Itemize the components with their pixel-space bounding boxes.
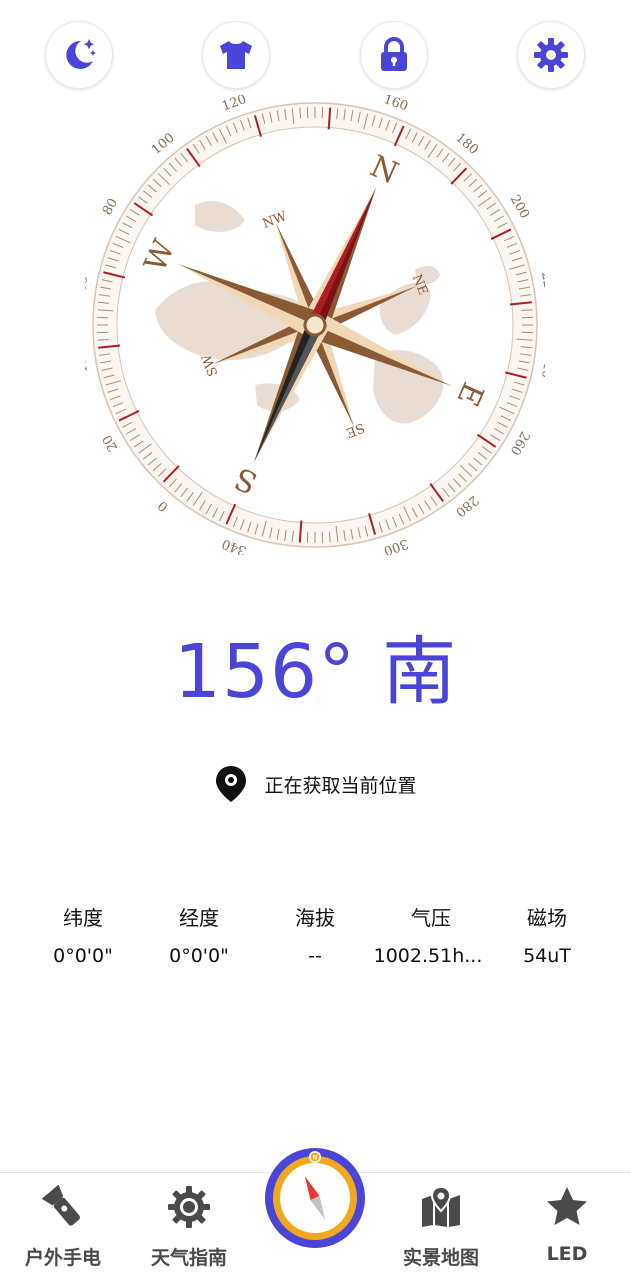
nav-item-flashlight[interactable]: 户外手电: [3, 1173, 123, 1281]
nav-label-led: LED: [507, 1243, 627, 1265]
nav-item-weather[interactable]: 天气指南: [129, 1173, 249, 1281]
stat-label: 经度: [141, 902, 257, 931]
compass-degree-label: 60: [85, 275, 91, 294]
night-mode-button[interactable]: [45, 21, 113, 89]
heading-readout: 156° 南: [0, 630, 631, 714]
stat-value: 54uT: [489, 945, 605, 967]
compass-degree-label: 240: [538, 352, 545, 379]
lock-icon: [374, 35, 414, 75]
settings-button[interactable]: [517, 21, 585, 89]
compass-degree-label: 320: [303, 554, 328, 556]
stat-label: 纬度: [25, 902, 141, 931]
stat-magnetic: 磁场: [489, 902, 605, 931]
compass-degree-label: 200: [507, 192, 532, 221]
nav-item-led[interactable]: LED: [507, 1173, 627, 1281]
compass-dial: 1601802002202402602803003203400204060801…: [85, 95, 545, 555]
star-icon: [545, 1185, 589, 1229]
flashlight-icon: [41, 1185, 85, 1229]
stat-value: --: [257, 945, 373, 967]
stat-longitude-value: 0°0'0": [141, 945, 257, 967]
stat-altitude-value: --: [257, 945, 373, 967]
lock-button[interactable]: [360, 21, 428, 89]
stat-latitude-value: 0°0'0": [25, 945, 141, 967]
location-text: 正在获取当前位置: [264, 771, 416, 798]
compass-degree-label: 220: [538, 270, 545, 297]
stat-magnetic-value: 54uT: [489, 945, 605, 967]
nav-item-compass[interactable]: N: [265, 1148, 365, 1248]
compass-degree-label: 160: [381, 95, 409, 115]
gear-icon: [531, 35, 571, 75]
compass-degree-label: 20: [100, 432, 121, 454]
tshirt-icon: [216, 35, 256, 75]
map-pin-icon: [419, 1185, 463, 1229]
compass-degree-label: 260: [507, 428, 532, 457]
stat-value: 0°0'0": [141, 945, 257, 967]
nav-item-map[interactable]: 实景地图: [381, 1173, 501, 1281]
compass-degree-label: 340: [220, 535, 248, 555]
compass-degree-label: 40: [85, 357, 91, 376]
moon-stars-icon: [59, 35, 99, 75]
compass-degree-label: 300: [381, 535, 409, 555]
stat-label: 磁场: [489, 902, 605, 931]
compass-icon: N: [265, 1148, 365, 1248]
stat-pressure: 气压: [373, 902, 489, 931]
compass-degree-label: 120: [220, 95, 248, 115]
nav-label-flashlight: 户外手电: [3, 1243, 123, 1270]
heading-degrees: 156°: [174, 629, 356, 715]
stat-value: 1002.51h...: [366, 945, 490, 967]
compass-degree-label: 140: [303, 95, 328, 97]
compass-degree-label: 80: [100, 196, 121, 218]
stat-label: 海拔: [257, 902, 373, 931]
stat-pressure-value: 1002.51h...: [366, 945, 490, 967]
stat-latitude: 纬度: [25, 902, 141, 931]
heading-direction: 南: [382, 629, 457, 715]
compass-degree-label: 0: [155, 497, 171, 514]
stat-longitude: 经度: [141, 902, 257, 931]
theme-button[interactable]: [202, 21, 270, 89]
nav-label-weather: 天气指南: [129, 1243, 249, 1270]
location-pin-icon: [214, 764, 248, 804]
stat-label: 气压: [373, 902, 489, 931]
location-status: 正在获取当前位置: [0, 764, 631, 804]
stat-altitude: 海拔: [257, 902, 373, 931]
svg-text:N: N: [312, 1154, 317, 1161]
stat-value: 0°0'0": [25, 945, 141, 967]
sun-gear-icon: [167, 1185, 211, 1229]
nav-label-map: 实景地图: [381, 1243, 501, 1270]
